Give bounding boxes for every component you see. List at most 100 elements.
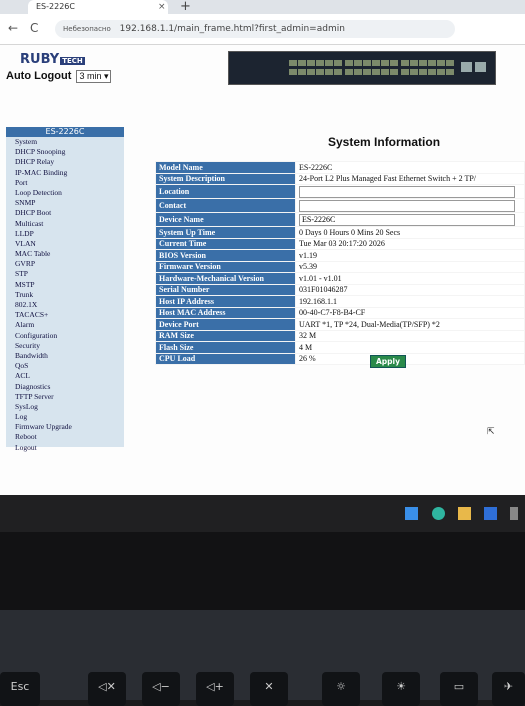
esc-key[interactable]: Esc [0, 672, 40, 706]
windows-start-icon[interactable] [405, 507, 418, 520]
url-text: 192.168.1.1/main_frame.html?first_admin=… [119, 24, 345, 34]
row-value: v1.01 - v1.01 [295, 272, 525, 285]
device-name-input[interactable] [299, 213, 515, 226]
sfp-port-icon [461, 62, 472, 72]
volume-down-key-icon[interactable]: ◁− [142, 672, 180, 706]
back-icon[interactable]: ← [8, 21, 18, 35]
system-info-table: Model Name ES-2226C System Description 24-P… [155, 161, 525, 365]
sidebar-item-system[interactable]: System [6, 137, 124, 147]
mouse-cursor-icon: ⇱ [487, 427, 495, 437]
mute-key-icon[interactable]: ◁✕ [88, 672, 126, 706]
location-input[interactable] [299, 185, 515, 198]
switch-port-icon [401, 69, 409, 75]
table-row: Host MAC Address 00-40-C7-F8-B4-CF [155, 306, 525, 319]
row-label: Device Name [155, 212, 296, 227]
contact-input[interactable] [299, 199, 515, 212]
switch-port-icon [289, 60, 297, 66]
sidebar-item-dhcp-boot[interactable]: DHCP Boot [6, 208, 124, 218]
sidebar-item-configuration[interactable]: Configuration [6, 331, 124, 341]
show-desktop-icon[interactable] [510, 507, 518, 520]
row-value: 031F01046287 [295, 283, 525, 296]
sidebar-item-ip-mac-binding[interactable]: IP-MAC Binding [6, 168, 124, 178]
volume-up-key-icon[interactable]: ◁+ [196, 672, 234, 706]
switch-port-icon [390, 69, 398, 75]
switch-port-icon [354, 60, 362, 66]
switch-port-icon [419, 69, 427, 75]
table-row: Model Name ES-2226C [155, 161, 525, 174]
address-bar-row: ← C Небезопасно 192.168.1.1/main_frame.h… [0, 14, 525, 45]
row-value: 24-Port L2 Plus Managed Fast Ethernet Sw… [295, 172, 525, 185]
sidebar-item-port[interactable]: Port [6, 178, 124, 188]
sidebar-item-alarm[interactable]: Alarm [6, 320, 124, 330]
tab-close-icon[interactable]: × [158, 0, 166, 14]
table-row: Current Time Tue Mar 03 20:17:20 2026 [155, 237, 525, 250]
sidebar-item-logout[interactable]: Logout [6, 443, 124, 453]
sidebar-item-reboot[interactable]: Reboot [6, 432, 124, 442]
switch-port-icon [289, 69, 297, 75]
switch-port-icon [345, 60, 353, 66]
url-input[interactable]: Небезопасно 192.168.1.1/main_frame.html?… [55, 20, 455, 38]
new-tab-icon[interactable]: + [180, 0, 191, 14]
row-label: Firmware Version [155, 260, 296, 273]
sidebar-item-802-1x[interactable]: 802.1X [6, 300, 124, 310]
switch-port-icon [390, 60, 398, 66]
sidebar-item-tftp-server[interactable]: TFTP Server [6, 392, 124, 402]
ruby-tech-logo: RUBY TECH [20, 52, 85, 67]
display-key-icon[interactable]: ▭ [440, 672, 478, 706]
page-title: System Information [328, 135, 441, 149]
sidebar-item-bandwidth[interactable]: Bandwidth [6, 351, 124, 361]
switch-port-icon [410, 60, 418, 66]
file-explorer-icon[interactable] [458, 507, 471, 520]
switch-port-icon [345, 69, 353, 75]
sidebar-item-syslog[interactable]: SysLog [6, 402, 124, 412]
switch-port-icon [437, 69, 445, 75]
sidebar-item-firmware-upgrade[interactable]: Firmware Upgrade [6, 422, 124, 432]
logo-badge: TECH [60, 57, 85, 65]
sidebar-item-loop-detection[interactable]: Loop Detection [6, 188, 124, 198]
sidebar-title: ES-2226C [6, 127, 124, 137]
row-label: CPU Load [155, 352, 296, 365]
table-row: RAM Size 32 M [155, 329, 525, 342]
sidebar-item-stp[interactable]: STP [6, 269, 124, 279]
row-value [295, 184, 525, 199]
row-value: UART *1, TP *24, Dual-Media(TP/SFP) *2 [295, 318, 525, 331]
sidebar-item-mstp[interactable]: MSTP [6, 280, 124, 290]
browser-tab[interactable]: ES-2226C [28, 0, 168, 14]
sidebar-item-acl[interactable]: ACL [6, 371, 124, 381]
sidebar-item-dhcp-relay[interactable]: DHCP Relay [6, 157, 124, 167]
sidebar-item-trunk[interactable]: Trunk [6, 290, 124, 300]
switch-port-icon [446, 60, 454, 66]
auto-logout-select[interactable]: 3 min ▾ [76, 70, 112, 83]
row-value: v1.19 [295, 249, 525, 262]
row-label: Location [155, 184, 296, 199]
sidebar-item-vlan[interactable]: VLAN [6, 239, 124, 249]
sidebar-item-security[interactable]: Security [6, 341, 124, 351]
sidebar-item-tacacs[interactable]: TACACS+ [6, 310, 124, 320]
row-label: Device Port [155, 318, 296, 331]
switch-front-panel-image [228, 51, 496, 85]
switch-port-icon [372, 69, 380, 75]
taskbar [0, 495, 525, 532]
sidebar-item-diagnostics[interactable]: Diagnostics [6, 382, 124, 392]
switch-port-icon [334, 69, 342, 75]
sidebar-item-gvrp[interactable]: GVRP [6, 259, 124, 269]
sidebar-item-snmp[interactable]: SNMP [6, 198, 124, 208]
edge-browser-icon[interactable] [432, 507, 445, 520]
brightness-down-key-icon[interactable]: ☼ [322, 672, 360, 706]
sidebar-item-dhcp-snooping[interactable]: DHCP Snooping [6, 147, 124, 157]
sidebar-item-mac-table[interactable]: MAC Table [6, 249, 124, 259]
apply-button[interactable]: Apply [370, 355, 406, 368]
switch-port-icon [325, 69, 333, 75]
sidebar-item-qos[interactable]: QoS [6, 361, 124, 371]
table-row: Contact [155, 198, 525, 213]
insecure-label[interactable]: Небезопасно [63, 25, 111, 33]
airplane-key-icon[interactable]: ✈ [492, 672, 525, 706]
reload-icon[interactable]: C [30, 21, 38, 35]
switch-port-icon [316, 60, 324, 66]
store-icon[interactable] [484, 507, 497, 520]
brightness-up-key-icon[interactable]: ☀ [382, 672, 420, 706]
sidebar-item-log[interactable]: Log [6, 412, 124, 422]
mic-mute-key-icon[interactable]: ✕ [250, 672, 288, 706]
sidebar-item-lldp[interactable]: LLDP [6, 229, 124, 239]
sidebar-item-multicast[interactable]: Multicast [6, 219, 124, 229]
